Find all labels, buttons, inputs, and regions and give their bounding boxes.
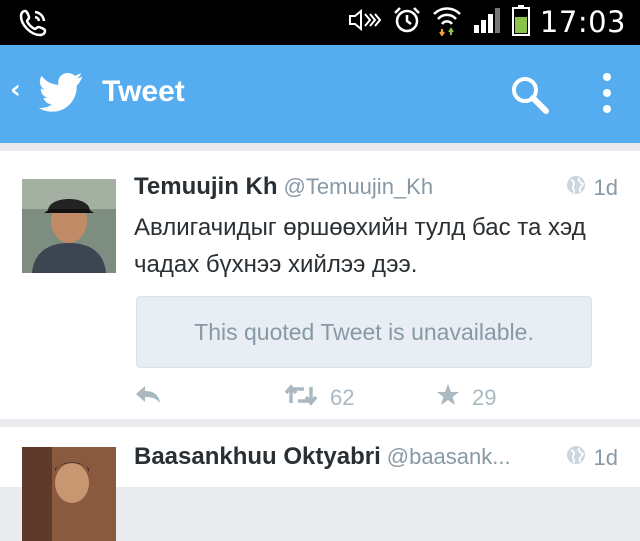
alarm-icon (392, 5, 422, 39)
favorite-count: 29 (472, 385, 497, 410)
tweet-text: Авлигачидыг өршөөхийн тулд бас та хэд ча… (134, 214, 586, 278)
author-row: Baasankhuu Oktyabri @baasank... (134, 443, 511, 471)
app-bar: ‹ Tweet (0, 45, 640, 143)
globe-icon (566, 445, 586, 471)
signal-icon (472, 5, 502, 39)
author-handle[interactable]: @Temuujin_Kh (284, 174, 434, 199)
status-bar: 17:03 (0, 0, 640, 45)
star-icon (436, 383, 460, 413)
author-name[interactable]: Temuujin Kh (134, 173, 278, 200)
search-icon[interactable] (510, 75, 550, 119)
globe-icon (566, 175, 586, 201)
tweet-card[interactable]: Baasankhuu Oktyabri @baasank... 1d (0, 427, 640, 541)
avatar[interactable] (22, 447, 116, 541)
author-handle[interactable]: @baasank... (387, 444, 511, 469)
back-icon[interactable]: ‹ (10, 75, 21, 105)
wifi-icon (432, 4, 462, 40)
battery-icon (511, 4, 530, 40)
page-title: Tweet (102, 75, 185, 108)
reply-icon (134, 383, 162, 411)
tweet-feed[interactable]: Temuujin Kh @Temuujin_Kh 1d Авлигачидыг ө… (0, 143, 640, 541)
author-name[interactable]: Baasankhuu Oktyabri (134, 443, 381, 470)
tweet-actions: 62 29 (134, 383, 554, 413)
quoted-tweet-placeholder: This quoted Tweet is unavailable. (136, 296, 592, 368)
tweet-time: 1d (593, 175, 618, 200)
overflow-menu-icon[interactable] (600, 71, 614, 119)
tweet-meta: 1d (566, 445, 618, 471)
author-row: Temuujin Kh @Temuujin_Kh (134, 173, 433, 201)
retweet-count: 62 (330, 385, 355, 410)
tweet-card[interactable]: Temuujin Kh @Temuujin_Kh 1d Авлигачидыг ө… (0, 151, 640, 419)
twitter-bird-icon[interactable] (38, 73, 86, 117)
avatar[interactable] (22, 179, 116, 273)
tweet-time: 1d (593, 445, 618, 470)
favorite-button[interactable]: 29 (436, 383, 496, 413)
retweet-button[interactable]: 62 (284, 383, 354, 413)
tweet-meta: 1d (566, 175, 618, 201)
retweet-icon (284, 383, 318, 413)
phone-icon (18, 8, 48, 42)
clock: 17:03 (539, 5, 626, 39)
reply-button[interactable] (134, 383, 162, 411)
mute-icon (348, 6, 382, 38)
